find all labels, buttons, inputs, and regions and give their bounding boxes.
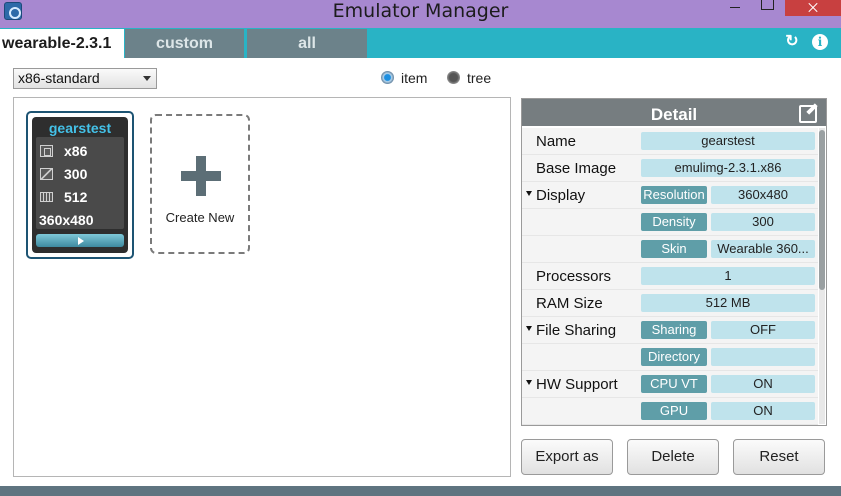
reset-button[interactable]: Reset <box>733 439 825 475</box>
vm-spec-ram-value: 512 <box>64 189 88 205</box>
vm-spec-density-value: 300 <box>64 166 88 182</box>
tab-bar: wearable-2.3.1 custom all ↻ i <box>0 28 841 58</box>
window-title: Emulator Manager <box>332 0 509 22</box>
edit-icon[interactable] <box>799 103 819 123</box>
vm-resolution: 360x480 <box>39 212 94 228</box>
expand-arrow-icon[interactable] <box>526 326 532 331</box>
detail-label: Display <box>536 187 586 204</box>
tree-view-radio[interactable] <box>447 71 460 84</box>
chevron-down-icon <box>143 76 151 81</box>
export-button[interactable]: Export as <box>521 439 613 475</box>
detail-header: Detail <box>522 99 826 126</box>
detail-sublabel: CPU VT <box>641 375 707 393</box>
detail-value: emulimg-2.3.1.x86 <box>641 159 815 177</box>
template-select[interactable]: x86-standard <box>13 68 157 89</box>
detail-row-directory: Directory <box>522 344 818 371</box>
vm-spec-cpu-value: x86 <box>64 143 88 159</box>
minimize-button[interactable] <box>720 0 750 16</box>
close-button[interactable] <box>785 0 841 16</box>
detail-value: OFF <box>711 321 815 339</box>
ram-icon <box>40 192 53 202</box>
detail-label: File Sharing <box>536 322 617 339</box>
detail-title: Detail <box>650 105 698 124</box>
detail-value: 512 MB <box>641 294 815 312</box>
title-bar: Emulator Manager <box>0 0 841 28</box>
detail-value: ON <box>711 375 815 393</box>
detail-row-density: Density 300 <box>522 209 818 236</box>
launch-vm-button[interactable] <box>36 234 124 247</box>
detail-sublabel: GPU <box>641 402 707 420</box>
detail-row-processors: Processors 1 <box>522 263 818 290</box>
detail-sublabel: Sharing <box>641 321 707 339</box>
create-new-button[interactable]: Create New <box>150 114 250 254</box>
template-select-value: x86-standard <box>18 70 100 86</box>
detail-value <box>711 348 815 366</box>
vm-card-body: gearstest x86 300 512 360x480 <box>32 117 128 253</box>
detail-label: RAM Size <box>536 295 603 312</box>
detail-row-gpu: GPU ON <box>522 398 818 425</box>
detail-value: 360x480 <box>711 186 815 204</box>
detail-label: Base Image <box>536 160 617 177</box>
tree-view-label: tree <box>467 70 492 86</box>
cpu-icon <box>40 145 53 157</box>
detail-panel: Detail Name gearstest Base Image emulimg… <box>521 98 827 426</box>
detail-row-name: Name gearstest <box>522 128 818 155</box>
detail-value: ON <box>711 402 815 420</box>
detail-value: Wearable 360... <box>711 240 815 258</box>
detail-row-skin: Skin Wearable 360... <box>522 236 818 263</box>
image-icon <box>40 168 53 180</box>
bottom-strip <box>0 486 841 496</box>
detail-row-display[interactable]: Display Resolution 360x480 <box>522 182 818 209</box>
plus-icon <box>181 156 221 196</box>
detail-sublabel: Resolution <box>641 186 707 204</box>
detail-sublabel: Directory <box>641 348 707 366</box>
vm-card[interactable]: gearstest x86 300 512 360x480 <box>26 111 134 259</box>
expand-arrow-icon[interactable] <box>526 191 532 196</box>
detail-sublabel: Skin <box>641 240 707 258</box>
detail-sublabel: Density <box>641 213 707 231</box>
vm-specs: x86 300 512 360x480 <box>36 137 124 229</box>
detail-value: 300 <box>711 213 815 231</box>
detail-label: Name <box>536 133 577 150</box>
delete-button[interactable]: Delete <box>627 439 719 475</box>
tab-all[interactable]: all <box>247 29 367 58</box>
detail-row-base-image: Base Image emulimg-2.3.1.x86 <box>522 155 818 182</box>
info-icon[interactable]: i <box>812 34 828 50</box>
detail-row-file-sharing[interactable]: File Sharing Sharing OFF <box>522 317 818 344</box>
scrollbar-thumb[interactable] <box>819 130 825 290</box>
detail-value: gearstest <box>641 132 815 150</box>
detail-row-hw-support[interactable]: HW Support CPU VT ON <box>522 371 818 398</box>
refresh-icon[interactable]: ↻ <box>784 34 800 50</box>
expand-arrow-icon[interactable] <box>526 380 532 385</box>
detail-scrollbar[interactable] <box>819 128 825 424</box>
maximize-button[interactable] <box>752 0 782 16</box>
detail-label: Processors <box>536 268 612 285</box>
tab-wearable[interactable]: wearable-2.3.1 <box>0 29 124 58</box>
detail-value: 1 <box>641 267 815 285</box>
vm-name: gearstest <box>48 120 112 136</box>
tab-custom[interactable]: custom <box>125 29 244 58</box>
detail-body: Name gearstest Base Image emulimg-2.3.1.… <box>522 128 818 425</box>
detail-row-ram: RAM Size 512 MB <box>522 290 818 317</box>
item-view-radio[interactable] <box>381 71 394 84</box>
item-view-label: item <box>401 70 428 86</box>
create-new-label: Create New <box>165 210 235 225</box>
detail-label: HW Support <box>536 376 618 393</box>
